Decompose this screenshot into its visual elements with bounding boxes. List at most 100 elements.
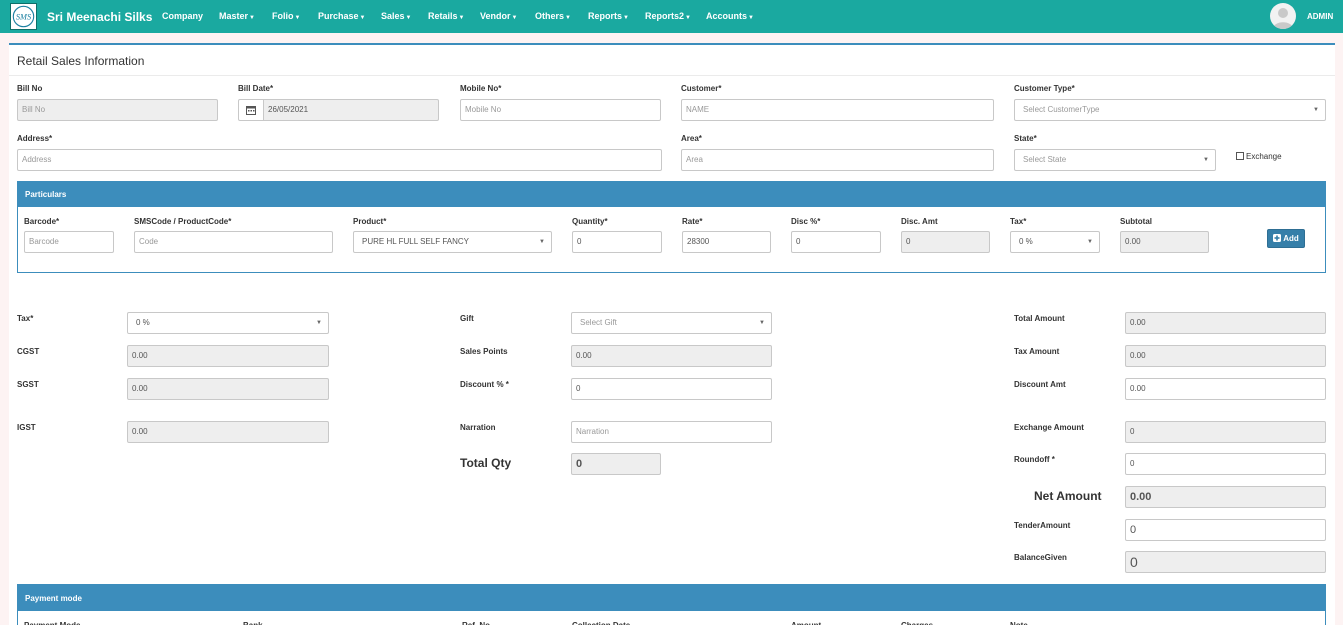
tender-amount-label: TenderAmount xyxy=(1014,521,1071,530)
bill-date-input[interactable]: 26/05/2021 xyxy=(263,99,439,121)
rate-label: Rate* xyxy=(682,217,703,226)
disc-amt-input[interactable]: 0 xyxy=(901,231,990,253)
nav-item-vendor[interactable]: Vendor▼ xyxy=(480,11,517,21)
bill-no-input[interactable]: Bill No xyxy=(17,99,218,121)
calendar-button[interactable] xyxy=(238,99,264,121)
tax-amount-input[interactable]: 0.00 xyxy=(1125,345,1326,367)
balance-given-label: BalanceGiven xyxy=(1014,553,1067,562)
code-input[interactable]: Code xyxy=(134,231,333,253)
exchange-checkbox[interactable] xyxy=(1236,152,1244,160)
roundoff-input[interactable]: 0 xyxy=(1125,453,1326,475)
caret-down-icon: ▼ xyxy=(359,15,366,21)
customer-input[interactable]: NAME xyxy=(681,99,994,121)
nav-item-sales[interactable]: Sales▼ xyxy=(381,11,411,21)
address-input[interactable]: Address xyxy=(17,149,662,171)
chevron-down-icon: ▼ xyxy=(539,239,545,245)
sales-points-input[interactable]: 0.00 xyxy=(571,345,772,367)
caret-down-icon: ▼ xyxy=(458,15,465,21)
gift-select[interactable]: Select Gift ▼ xyxy=(571,312,772,334)
calendar-icon xyxy=(246,106,256,115)
chevron-down-icon: ▼ xyxy=(316,320,322,326)
subtotal-label: Subtotal xyxy=(1120,217,1152,226)
narration-input[interactable]: Narration xyxy=(571,421,772,443)
payment-column-header: Collection Date xyxy=(572,621,630,625)
svg-text:SMS: SMS xyxy=(16,13,32,22)
exchange-amount-input[interactable]: 0 xyxy=(1125,421,1326,443)
nav-item-label: Vendor xyxy=(480,11,511,21)
add-button[interactable]: Add xyxy=(1267,229,1305,248)
nav-item-retails[interactable]: Retails▼ xyxy=(428,11,464,21)
rate-input[interactable]: 28300 xyxy=(682,231,771,253)
mobile-no-input[interactable]: Mobile No xyxy=(460,99,661,121)
caret-down-icon: ▼ xyxy=(685,15,691,21)
tax-value: 0 % xyxy=(1019,237,1033,246)
sgst-input[interactable]: 0.00 xyxy=(127,378,329,400)
brand-name[interactable]: Sri Meenachi Silks xyxy=(47,10,152,24)
nav-item-folio[interactable]: Folio▼ xyxy=(272,11,300,21)
user-avatar[interactable] xyxy=(1270,3,1296,29)
total-qty-label: Total Qty xyxy=(460,456,512,470)
summary-tax-value: 0 % xyxy=(136,318,150,327)
total-amount-label: Total Amount xyxy=(1014,314,1065,323)
nav-item-company[interactable]: Company xyxy=(162,11,203,21)
area-input[interactable]: Area xyxy=(681,149,994,171)
nav-item-accounts[interactable]: Accounts▼ xyxy=(706,11,754,21)
product-select[interactable]: PURE HL FULL SELF FANCY ▼ xyxy=(353,231,552,253)
nav-item-label: Sales xyxy=(381,11,405,21)
nav-item-label: Purchase xyxy=(318,11,359,21)
customer-type-value: Select CustomerType xyxy=(1023,105,1100,114)
nav-item-label: Retails xyxy=(428,11,458,21)
mobile-no-label: Mobile No* xyxy=(460,84,502,93)
nav-item-others[interactable]: Others▼ xyxy=(535,11,571,21)
brand-logo[interactable]: SMS xyxy=(10,3,37,30)
net-amount-value: 0.00 xyxy=(1125,486,1326,508)
nav-item-master[interactable]: Master▼ xyxy=(219,11,255,21)
address-label: Address* xyxy=(17,134,53,143)
nav-item-reports[interactable]: Reports▼ xyxy=(588,11,629,21)
barcode-label: Barcode* xyxy=(24,217,60,226)
particulars-box: Particulars Barcode* Barcode SMSCode / P… xyxy=(17,181,1326,273)
payment-column-header: Ref. No xyxy=(462,621,490,625)
igst-input[interactable]: 0.00 xyxy=(127,421,329,443)
gift-label: Gift xyxy=(460,314,474,323)
particulars-header: Particulars xyxy=(18,182,1325,207)
disc-amt-label: Disc. Amt xyxy=(901,217,938,226)
caret-down-icon: ▼ xyxy=(748,15,754,21)
payment-column-header: Note xyxy=(1010,621,1028,625)
barcode-input[interactable]: Barcode xyxy=(24,231,114,253)
caret-down-icon: ▼ xyxy=(623,15,629,21)
disc-pct-input[interactable]: 0 xyxy=(791,231,881,253)
quantity-input[interactable]: 0 xyxy=(572,231,662,253)
total-amount-input[interactable]: 0.00 xyxy=(1125,312,1326,334)
caret-down-icon: ▼ xyxy=(249,15,255,21)
plus-square-icon xyxy=(1273,234,1282,242)
payment-column-header: Payment Mode xyxy=(24,621,80,625)
user-menu-label[interactable]: ADMIN xyxy=(1307,12,1333,21)
user-avatar-icon xyxy=(1273,8,1293,29)
nav-item-reports2[interactable]: Reports2▼ xyxy=(645,11,691,21)
narration-label: Narration xyxy=(460,423,496,432)
customer-type-select[interactable]: Select CustomerType ▼ xyxy=(1014,99,1326,121)
payment-column-header: Amount xyxy=(791,621,821,625)
nav-item-purchase[interactable]: Purchase▼ xyxy=(318,11,365,21)
cgst-input[interactable]: 0.00 xyxy=(127,345,329,367)
nav-item-label: Others xyxy=(535,11,565,21)
caret-down-icon: ▼ xyxy=(511,15,518,21)
summary-tax-label: Tax* xyxy=(17,314,34,323)
add-button-label: Add xyxy=(1283,234,1299,243)
sgst-label: SGST xyxy=(17,380,39,389)
discount-amt-input[interactable]: 0.00 xyxy=(1125,378,1326,400)
sales-points-label: Sales Points xyxy=(460,347,508,356)
subtotal-input[interactable]: 0.00 xyxy=(1120,231,1209,253)
discount-pct-input[interactable]: 0 xyxy=(571,378,772,400)
bill-date-label: Bill Date* xyxy=(238,84,274,93)
product-value: PURE HL FULL SELF FANCY xyxy=(362,237,469,246)
product-label: Product* xyxy=(353,217,387,226)
payment-mode-box: Payment mode Payment Mode Bank Ref. No Coll… xyxy=(17,584,1326,625)
state-select[interactable]: Select State ▼ xyxy=(1014,149,1216,171)
tender-amount-input[interactable]: 0 xyxy=(1125,519,1326,541)
nav-item-label: Master xyxy=(219,11,249,21)
caret-down-icon: ▼ xyxy=(405,15,412,21)
summary-tax-select[interactable]: 0 % ▼ xyxy=(127,312,329,334)
tax-select[interactable]: 0 % ▼ xyxy=(1010,231,1100,253)
